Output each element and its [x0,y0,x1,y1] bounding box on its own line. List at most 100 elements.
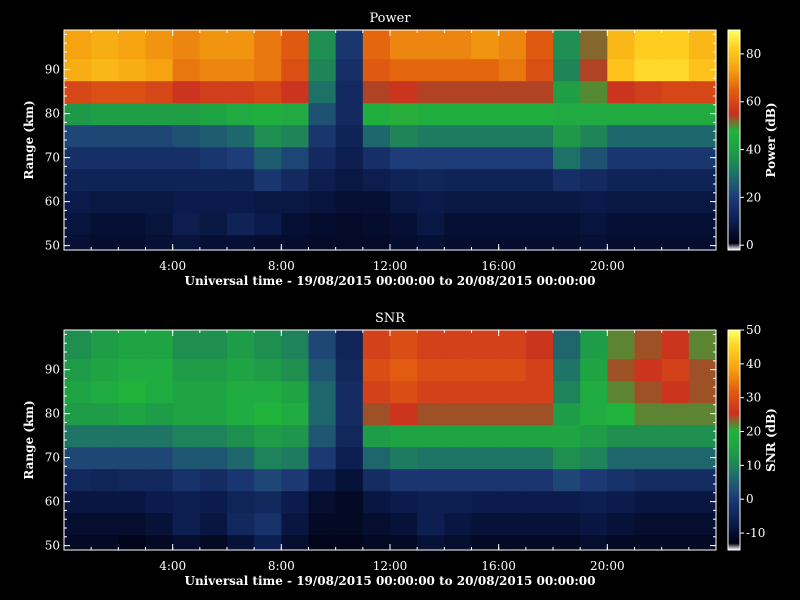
heatmap-cell [661,102,690,126]
heatmap-cell [335,330,364,360]
heatmap-cell [607,424,636,448]
heatmap-cell [227,168,255,192]
heatmap-cell [308,490,337,514]
heatmap-cell [471,80,500,104]
heatmap-cell [390,58,418,82]
heatmap-cell [444,58,473,82]
heatmap-cell [118,146,147,170]
heatmap-cell [91,330,119,360]
heatmap-cell [254,168,282,192]
heatmap-cell [580,30,608,60]
heatmap-cell [525,534,554,551]
chart-title: SNR [375,311,406,326]
heatmap-cell [525,446,554,470]
heatmap-cell [64,380,92,404]
heatmap-cell [172,468,201,492]
heatmap-cell [118,212,147,236]
heatmap-cell [444,534,473,551]
x-tick-label: 4:00 [159,259,186,273]
heatmap-cell [390,446,418,470]
y-tick-label: 70 [45,451,60,465]
heatmap-cell [417,212,445,236]
heatmap-cell [553,512,581,536]
heatmap-cell [553,490,581,514]
heatmap-cell [661,512,690,536]
heatmap-cell [661,358,690,382]
heatmap-cell [661,168,690,192]
heatmap-cell [145,190,174,214]
heatmap-cell [281,30,310,60]
heatmap-cell [661,80,690,104]
heatmap-cell [525,124,554,148]
heatmap-cell [661,534,690,551]
heatmap-cell [471,358,500,382]
heatmap-cell [145,58,174,82]
heatmap-cell [553,190,581,214]
heatmap-cell [498,490,527,514]
heatmap-cell [145,512,174,536]
heatmap-cell [145,212,174,236]
heatmap-cell [634,358,663,382]
heatmap-cell [145,168,174,192]
heatmap-cell [444,424,473,448]
heatmap-cell [172,446,201,470]
heatmap-cell [308,212,337,236]
heatmap-cell [118,30,147,60]
colorbar-ticks: -10 0 10 20 30 40 50 [740,323,765,540]
heatmap-cell [199,102,228,126]
heatmap-cell [444,168,473,192]
heatmap-cell [254,146,282,170]
colorbar-tick-label: 40 [746,357,761,371]
heatmap-cell [607,446,636,470]
heatmap-cell [417,30,445,60]
heatmap-cell [498,424,527,448]
heatmap-cell [227,490,255,514]
heatmap-cell [308,146,337,170]
heatmap-cell [390,124,418,148]
heatmap-cell [281,402,310,426]
heatmap-cell [688,512,717,536]
heatmap-cell [118,190,147,214]
heatmap-cell [471,58,500,82]
heatmap-cell [118,102,147,126]
heatmap-cell [91,124,119,148]
heatmap-cell [634,30,663,60]
heatmap-cell [525,58,554,82]
heatmap-cell [525,330,554,360]
heatmap-cell [145,234,174,251]
heatmap-cell [281,446,310,470]
heatmap-cell [607,490,636,514]
heatmap-cell [444,146,473,170]
heatmap-cell [281,212,310,236]
heatmap-cell [227,212,255,236]
heatmap-cell [688,424,717,448]
heatmap-cell [91,358,119,382]
heatmap-cell [417,124,445,148]
heatmap-cell [118,168,147,192]
power-heatmap [64,30,717,251]
heatmap-cell [498,30,527,60]
heatmap-cell [634,102,663,126]
heatmap-cell [254,102,282,126]
heatmap-cell [281,146,310,170]
heatmap-cell [362,102,391,126]
heatmap-cell [118,534,147,551]
heatmap-cell [362,534,391,551]
heatmap-cell [91,234,119,251]
heatmap-cell [362,212,391,236]
heatmap-cell [661,234,690,251]
x-tick-label: 16:00 [481,559,516,573]
heatmap-cell [607,102,636,126]
heatmap-cell [390,212,418,236]
heatmap-cell [227,402,255,426]
heatmap-cell [580,468,608,492]
heatmap-cell [172,30,201,60]
colorbar-ticks: 0 20 40 60 80 [740,47,761,252]
heatmap-cell [471,212,500,236]
heatmap-cell [281,124,310,148]
heatmap-cell [525,146,554,170]
heatmap-cell [471,468,500,492]
heatmap-cell [118,358,147,382]
heatmap-cell [661,212,690,236]
heatmap-cell [281,358,310,382]
